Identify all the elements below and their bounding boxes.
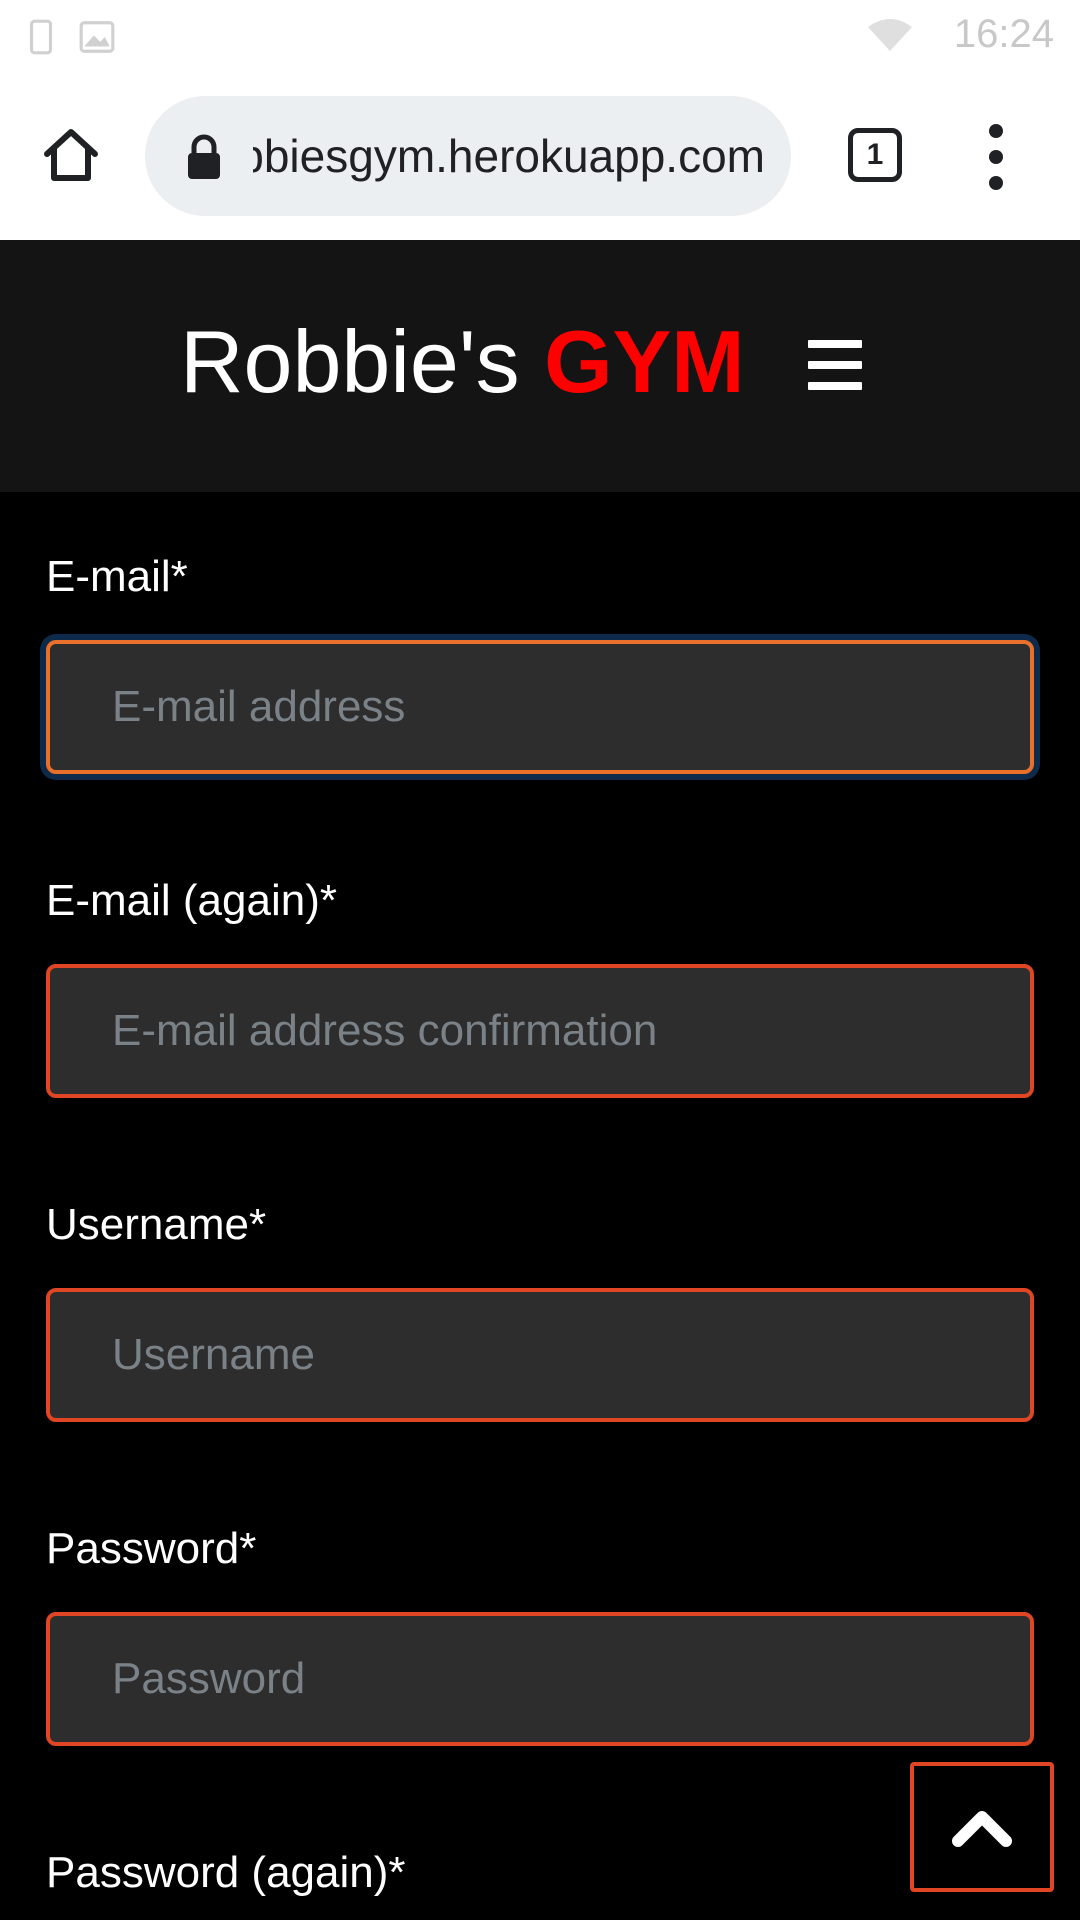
notification-icon (29, 19, 53, 55)
back-to-top-button[interactable] (910, 1762, 1054, 1892)
home-icon (44, 129, 98, 181)
chevron-up-icon (952, 1811, 1012, 1847)
lock-icon (188, 134, 220, 179)
username-label: Username* (46, 1200, 267, 1249)
brand-name: Robbie's (180, 312, 520, 411)
site-logo[interactable]: Robbie's GYM (180, 318, 745, 406)
hamburger-icon[interactable] (808, 340, 862, 390)
brand-accent: GYM (544, 312, 745, 411)
email-again-label: E-mail (again)* (46, 876, 337, 925)
more-vert-icon[interactable] (978, 124, 1014, 190)
browser-toolbar: robbiesgym.herokuapp.com 1 (0, 76, 1080, 240)
status-icons-right: 16:24 (866, 12, 1054, 57)
site-header: Robbie's GYM (0, 240, 1080, 492)
home-button[interactable] (36, 122, 106, 188)
email-confirmation-field[interactable] (46, 964, 1034, 1098)
status-time: 16:24 (953, 12, 1054, 56)
url-text: robbiesgym.herokuapp.com (253, 130, 765, 182)
signup-form: E-mail* E-mail (again)* Username* Passwo… (0, 492, 1080, 1920)
password-again-label: Password (again)* (46, 1848, 406, 1897)
tab-switcher-button[interactable]: 1 (848, 128, 902, 182)
address-bar[interactable]: robbiesgym.herokuapp.com (145, 96, 791, 216)
email-label: E-mail* (46, 552, 188, 601)
status-bar: 16:24 (0, 0, 1080, 76)
password-label: Password* (46, 1524, 257, 1573)
status-icons-left (22, 18, 116, 56)
wifi-icon (867, 18, 912, 51)
password-field[interactable] (46, 1612, 1034, 1746)
username-field[interactable] (46, 1288, 1034, 1422)
email-field[interactable] (46, 640, 1034, 774)
tab-count: 1 (866, 138, 884, 171)
image-icon (79, 21, 115, 53)
